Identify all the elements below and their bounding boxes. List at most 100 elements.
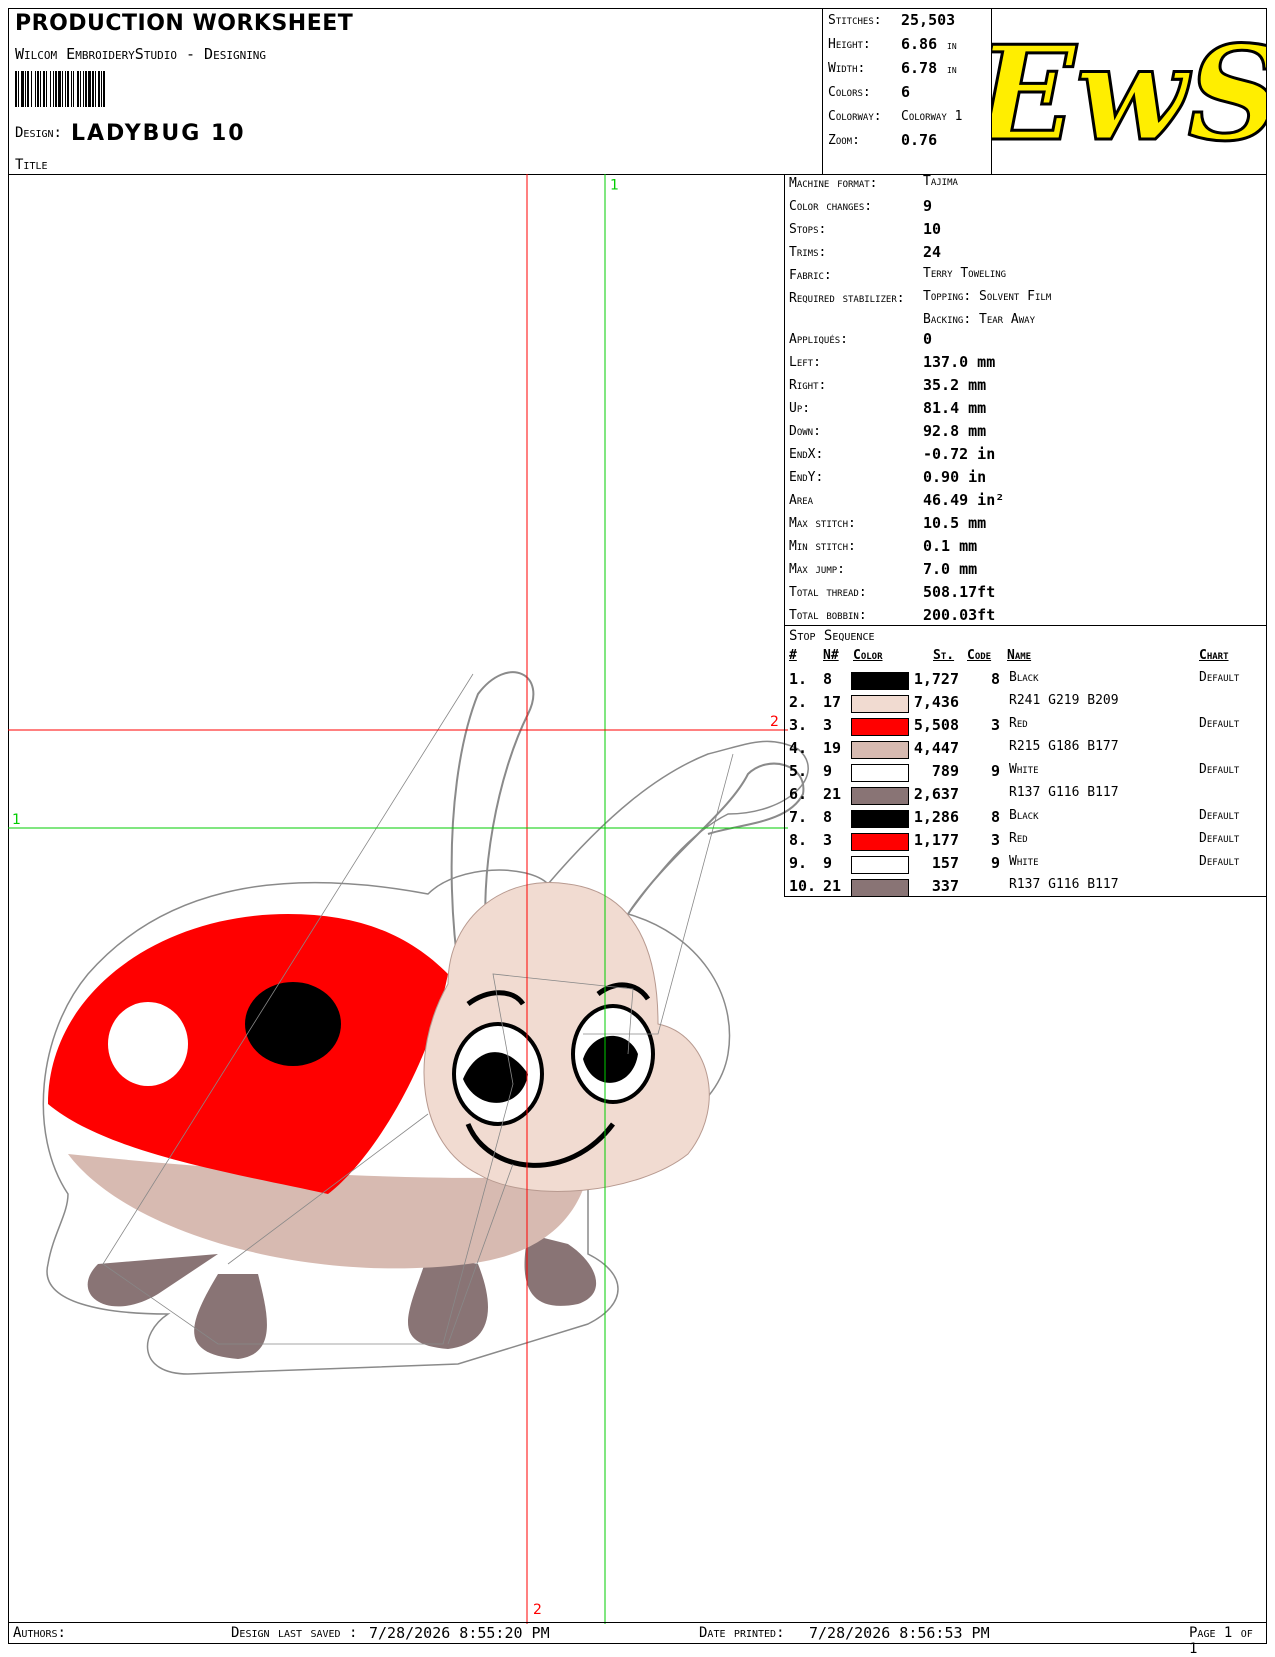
detail-label: Color changes: xyxy=(789,199,873,214)
detail-value: 81.4 mm xyxy=(923,399,987,417)
row-number: 4. xyxy=(789,739,808,757)
row-chart: Default xyxy=(1199,808,1240,823)
col-stitches: St. xyxy=(933,648,955,663)
colors-value: 6 xyxy=(901,83,911,101)
detail-label: Required stabilizer: xyxy=(789,291,905,306)
row-needle: 19 xyxy=(823,739,842,757)
footer: Authors: Design last saved : 7/28/2026 8… xyxy=(8,1622,1267,1657)
detail-label: Right: xyxy=(789,378,827,393)
detail-label: Stops: xyxy=(789,222,827,237)
height-unit: in xyxy=(947,39,957,52)
row-number: 2. xyxy=(789,693,808,711)
row-chart: Default xyxy=(1199,831,1240,846)
col-number: # xyxy=(789,648,797,663)
design-name: LADYBUG 10 xyxy=(71,121,246,146)
width-value: 6.78 xyxy=(901,59,938,77)
detail-label: Area xyxy=(789,493,814,508)
row-code: 8 xyxy=(991,808,1001,826)
shell-spot-black xyxy=(245,982,341,1066)
detail-label: Down: xyxy=(789,424,821,439)
detail-value: 200.03ft xyxy=(923,606,996,624)
row-needle: 8 xyxy=(823,670,833,688)
colorway-value: Colorway 1 xyxy=(901,109,963,124)
design-canvas: 1 2 1 2 xyxy=(8,174,826,1624)
saved-value: 7/28/2026 8:55:20 PM xyxy=(369,1624,550,1642)
logo-ews: EwS xyxy=(971,16,1275,172)
row-stitches: 157 xyxy=(931,854,959,872)
stitches-value: 25,503 xyxy=(901,11,956,29)
detail-value: 508.17ft xyxy=(923,583,996,601)
svg-text:EwS: EwS xyxy=(992,17,1266,170)
row-name: R241 G219 B209 xyxy=(1009,693,1119,708)
page-number: Page 1 of 1 xyxy=(1189,1625,1253,1657)
row-number: 6. xyxy=(789,785,808,803)
row-needle: 17 xyxy=(823,693,842,711)
row-stitches: 1,177 xyxy=(913,831,959,849)
row-needle: 21 xyxy=(823,877,842,895)
row-name: White xyxy=(1009,762,1039,777)
row-needle: 9 xyxy=(823,762,833,780)
row-stitches: 7,436 xyxy=(913,693,959,711)
detail-label: Total bobbin: xyxy=(789,608,867,623)
detail-label: Fabric: xyxy=(789,268,832,283)
row-chart: Default xyxy=(1199,716,1240,731)
detail-label: Min stitch: xyxy=(789,539,856,554)
axis-label-v1: 1 xyxy=(610,178,619,194)
detail-value: 0.90 in xyxy=(923,468,987,486)
row-code: 3 xyxy=(991,831,1001,849)
authors-label: Authors: xyxy=(13,1625,66,1641)
summary-panel: Stitches: 25,503 Height: 6.86 in Width: … xyxy=(822,8,992,175)
logo-panel: EwS xyxy=(971,8,1275,175)
sequence-panel: Stop Sequence # N# Color St. Code Name C… xyxy=(784,625,1267,897)
detail-value: 9 xyxy=(923,197,933,215)
row-needle: 8 xyxy=(823,808,833,826)
row-code: 3 xyxy=(991,716,1001,734)
row-name: Red xyxy=(1009,831,1028,846)
zoom-value: 0.76 xyxy=(901,131,938,149)
detail-label: Max stitch: xyxy=(789,516,856,531)
axis-label-h2: 2 xyxy=(770,714,779,730)
row-needle: 21 xyxy=(823,785,842,803)
detail-label: Total thread: xyxy=(789,585,867,600)
page-title: PRODUCTION WORKSHEET xyxy=(15,11,354,36)
col-color: Color xyxy=(853,648,883,663)
row-number: 1. xyxy=(789,670,808,688)
col-code: Code xyxy=(967,648,992,663)
zoom-label: Zoom: xyxy=(828,133,860,148)
detail-value: -0.72 in xyxy=(923,445,996,463)
detail-label: Up: xyxy=(789,401,811,416)
row-needle: 9 xyxy=(823,854,833,872)
row-code: 9 xyxy=(991,854,1001,872)
row-number: 9. xyxy=(789,854,808,872)
row-code: 8 xyxy=(991,670,1001,688)
axis-label-v2: 2 xyxy=(533,1602,542,1618)
detail-value: 92.8 mm xyxy=(923,422,987,440)
row-stitches: 337 xyxy=(931,877,959,895)
row-number: 7. xyxy=(789,808,808,826)
width-unit: in xyxy=(947,63,957,76)
colors-label: Colors: xyxy=(828,85,871,100)
detail-value: Backing: Tear Away xyxy=(923,312,1035,327)
printed-value: 7/28/2026 8:56:53 PM xyxy=(809,1624,990,1642)
height-value: 6.86 xyxy=(901,35,938,53)
row-number: 3. xyxy=(789,716,808,734)
row-name: R137 G116 B117 xyxy=(1009,877,1119,892)
col-needle: N# xyxy=(823,648,839,663)
row-name: Black xyxy=(1009,808,1039,823)
colorway-label: Colorway: xyxy=(828,109,882,124)
width-label: Width: xyxy=(828,61,866,76)
col-name: Name xyxy=(1007,648,1032,663)
detail-value: Tajima xyxy=(923,174,958,189)
detail-value: 35.2 mm xyxy=(923,376,987,394)
detail-label: Trims: xyxy=(789,245,827,260)
col-chart: Chart xyxy=(1199,648,1229,663)
detail-value: 0.1 mm xyxy=(923,537,978,555)
detail-value: 7.0 mm xyxy=(923,560,978,578)
shell-spot-white xyxy=(108,1002,188,1086)
detail-value: 24 xyxy=(923,243,942,261)
design-label: Design: xyxy=(15,125,62,141)
ladybug-design: 1 2 1 2 xyxy=(8,174,809,1624)
detail-value: 0 xyxy=(923,330,933,348)
detail-value: 137.0 mm xyxy=(923,353,996,371)
row-number: 5. xyxy=(789,762,808,780)
